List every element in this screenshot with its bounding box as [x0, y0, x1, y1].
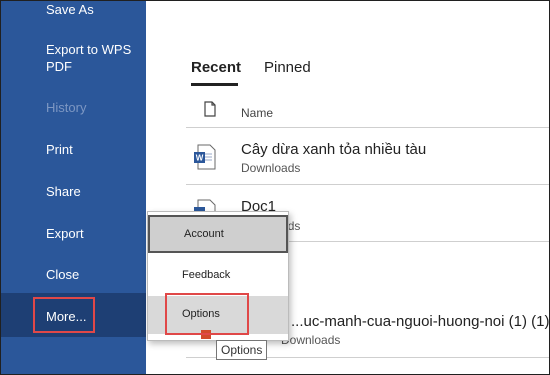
- file-location: Downloads: [241, 161, 301, 175]
- options-highlight-box: [165, 293, 249, 335]
- tab-active-underline: [191, 83, 238, 86]
- sidebar-item-export-wps-pdf[interactable]: Export to WPS PDF: [1, 41, 146, 77]
- sidebar-item-label: Export to WPS PDF: [46, 42, 132, 74]
- file-location: Downloads: [281, 333, 341, 347]
- svg-text:W: W: [196, 154, 204, 163]
- menu-item-account[interactable]: Account: [148, 215, 288, 253]
- document-outline-icon: [204, 101, 216, 117]
- sidebar-item-label: Share: [46, 184, 81, 199]
- divider: [186, 184, 549, 185]
- sidebar-item-label: Close: [46, 267, 80, 282]
- tab-pinned[interactable]: Pinned: [264, 59, 311, 76]
- sidebar-item-close[interactable]: Close: [1, 266, 146, 284]
- word-backstage-window: Save As Export to WPS PDF History Print …: [0, 0, 550, 375]
- word-document-icon: W: [194, 144, 216, 170]
- menu-item-feedback[interactable]: Feedback: [148, 257, 288, 295]
- sidebar-item-share[interactable]: Share: [1, 183, 146, 201]
- file-title: Cây dừa xanh tỏa nhiều tàu: [241, 141, 427, 158]
- menu-item-label: Feedback: [182, 269, 231, 281]
- options-tooltip: Options: [216, 340, 268, 360]
- column-header-name[interactable]: Name: [241, 106, 273, 120]
- sidebar-item-history[interactable]: History: [1, 99, 146, 117]
- sidebar-item-save-as[interactable]: Save As: [1, 1, 146, 19]
- sidebar-item-label: Export: [46, 226, 84, 241]
- more-highlight-box: [33, 297, 95, 333]
- sidebar-item-label: Print: [46, 142, 73, 157]
- tab-recent[interactable]: Recent: [191, 59, 241, 76]
- menu-item-label: Account: [184, 228, 224, 240]
- backstage-sidebar: Save As Export to WPS PDF History Print …: [1, 1, 146, 374]
- divider: [186, 127, 549, 128]
- file-title: ...uc-manh-cua-nguoi-huong-noi (1) (1): [291, 313, 550, 330]
- sidebar-item-print[interactable]: Print: [1, 141, 146, 159]
- sidebar-item-label: Save As: [46, 2, 94, 17]
- sidebar-item-label: History: [46, 100, 87, 115]
- sidebar-item-export[interactable]: Export: [1, 225, 146, 243]
